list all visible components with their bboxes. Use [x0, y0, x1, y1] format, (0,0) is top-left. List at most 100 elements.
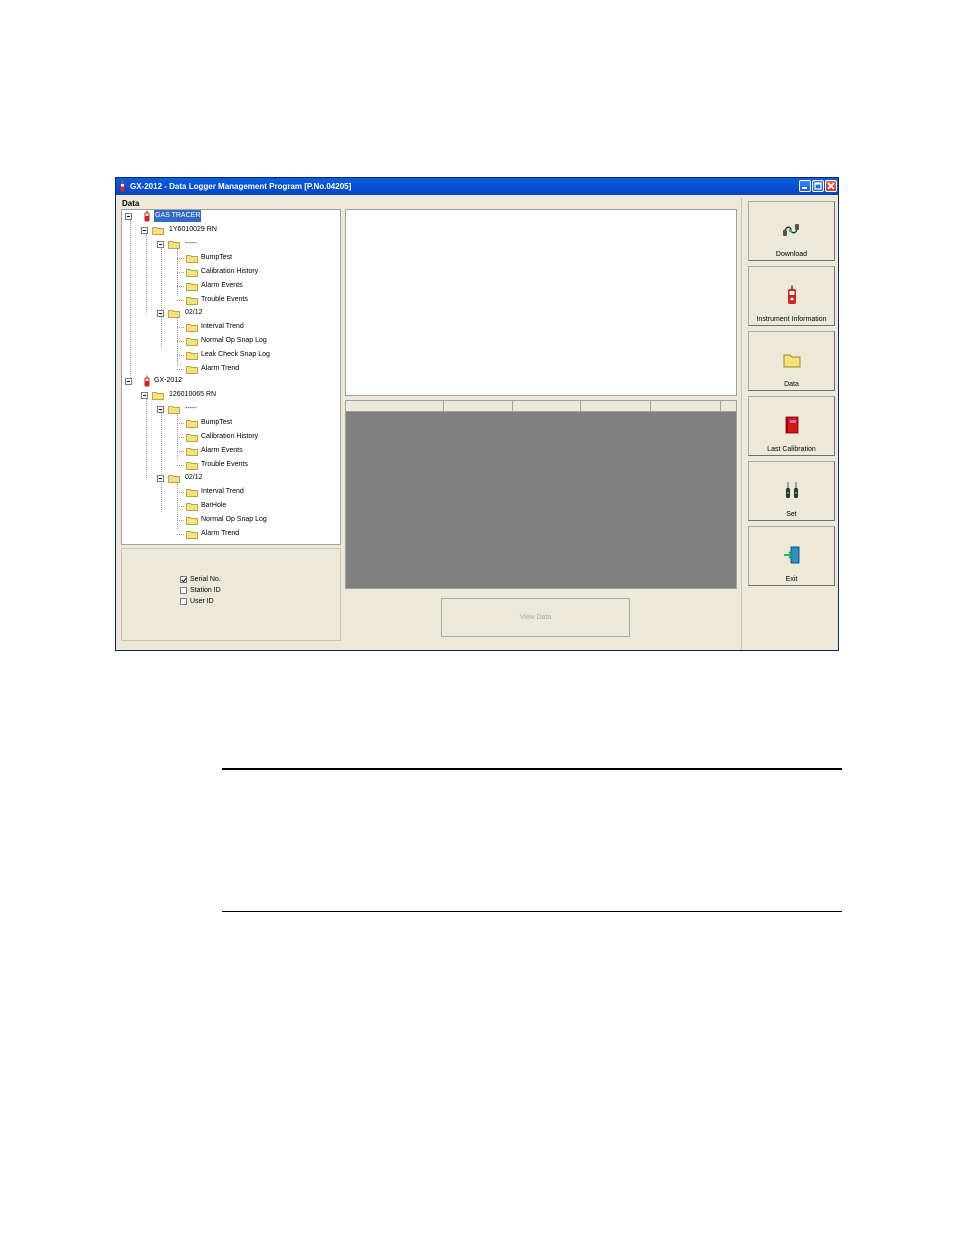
grid-header: [346, 401, 736, 412]
tree-node-root[interactable]: GX-2012: [124, 375, 324, 387]
data-grid[interactable]: [345, 400, 737, 589]
tree-leaf[interactable]: BumpTest: [177, 417, 327, 429]
tree-leaf[interactable]: Calibration History: [177, 431, 327, 443]
tree-leaf[interactable]: BumpTest: [177, 252, 327, 264]
grid-column-header[interactable]: [651, 401, 721, 411]
tree-node-serial[interactable]: 1Y6010029 RN: [139, 224, 329, 236]
minimize-icon: [802, 187, 807, 189]
tree-line: [177, 258, 184, 259]
exit-icon: [784, 546, 800, 564]
gas-detector-icon: [144, 210, 150, 222]
collapse-toggle-icon[interactable]: [157, 406, 164, 413]
set-button[interactable]: Set: [748, 461, 835, 521]
tree-node-label: Calibration History: [201, 268, 259, 275]
tree-line: [177, 437, 184, 438]
tree-node-label: -----: [185, 240, 197, 247]
grid-column-header[interactable]: [346, 401, 444, 411]
collapse-toggle-icon[interactable]: [141, 227, 148, 234]
folder-icon: [186, 489, 198, 497]
tree-leaf[interactable]: Alarm Trend: [177, 363, 327, 375]
checkbox-box[interactable]: [180, 587, 187, 594]
tree-line: [177, 355, 184, 356]
instrument-information-button[interactable]: Instrument Information: [748, 266, 835, 326]
collapse-toggle-icon[interactable]: [141, 392, 148, 399]
tree-line: [177, 465, 184, 466]
checkbox-label: User ID: [190, 598, 214, 605]
tree-leaf[interactable]: Normal Op Snap Log: [177, 514, 327, 526]
last-calibration-button[interactable]: Last Calibration: [748, 396, 835, 456]
display-options-panel: Serial No. Station ID User ID: [121, 548, 341, 641]
download-button[interactable]: Download: [748, 201, 835, 261]
tree-leaf[interactable]: Trouble Events: [177, 459, 327, 471]
tree-leaf[interactable]: Interval Trend: [177, 486, 327, 498]
tree-line: [177, 520, 184, 521]
tree-node-folder[interactable]: -----: [155, 403, 325, 415]
tree-node-label: 1Y6010029 RN: [169, 226, 217, 233]
window-title: GX-2012 - Data Logger Management Program…: [130, 182, 352, 191]
folder-icon: [186, 283, 198, 291]
tree-node-serial[interactable]: 126010065 RN: [139, 389, 329, 401]
tree-node-label: Interval Trend: [201, 488, 244, 495]
tree-node-label: Interval Trend: [201, 323, 244, 330]
collapse-toggle-icon[interactable]: [125, 213, 132, 220]
checkbox-box[interactable]: [180, 576, 187, 583]
button-caption: Exit: [785, 576, 798, 583]
tree-line: [177, 506, 184, 507]
exit-button[interactable]: Exit: [748, 526, 835, 586]
tree-leaf[interactable]: Alarm Events: [177, 280, 327, 292]
tree-line: [177, 492, 184, 493]
button-caption: Data: [784, 381, 799, 388]
tree-line: [130, 220, 131, 380]
folder-icon: [186, 324, 198, 332]
folder-icon: [186, 420, 198, 428]
tree-leaf[interactable]: Alarm Trend: [177, 528, 327, 540]
tree-node-label: GX-2012: [154, 377, 183, 384]
minimize-button[interactable]: [799, 180, 811, 192]
tree-line: [177, 272, 184, 273]
checkbox-box[interactable]: [180, 598, 187, 605]
close-button[interactable]: [825, 180, 837, 192]
tree-leaf[interactable]: Interval Trend: [177, 321, 327, 333]
tree-leaf[interactable]: Trouble Events: [177, 294, 327, 306]
data-section-label: Data: [122, 199, 140, 208]
maximize-button[interactable]: [812, 180, 824, 192]
tree-node-folder[interactable]: -----: [155, 238, 325, 250]
tree-leaf[interactable]: Normal Op Snap Log: [177, 335, 327, 347]
title-bar[interactable]: GX-2012 - Data Logger Management Program…: [116, 178, 838, 195]
folder-icon: [186, 366, 198, 374]
button-caption: Download: [775, 251, 808, 258]
collapse-toggle-icon[interactable]: [157, 241, 164, 248]
tree-node-label: Normal Op Snap Log: [201, 516, 267, 523]
tree-node-label: BumpTest: [201, 254, 233, 261]
collapse-toggle-icon[interactable]: [157, 475, 164, 482]
view-data-button[interactable]: View Data: [441, 598, 630, 637]
data-button[interactable]: Data: [748, 331, 835, 391]
tree-leaf[interactable]: Calibration History: [177, 266, 327, 278]
tree-line: [146, 398, 147, 478]
data-tree[interactable]: GAS TRACER 1Y6010029 RN ----- BumpTest C…: [121, 209, 341, 545]
grid-column-header[interactable]: [444, 401, 513, 411]
tree-node-label: GAS TRACER: [154, 210, 202, 222]
instrument-icon: [788, 285, 796, 304]
tree-node-label: 126010065 RN: [169, 391, 217, 398]
tree-leaf[interactable]: BarHole: [177, 500, 327, 512]
folder-icon: [168, 406, 180, 414]
tree-node-folder[interactable]: 02/12: [155, 472, 325, 484]
collapse-toggle-icon[interactable]: [157, 310, 164, 317]
grid-column-header[interactable]: [513, 401, 581, 411]
collapse-toggle-icon[interactable]: [125, 378, 132, 385]
folder-icon: [168, 310, 180, 318]
checkbox-label: Serial No.: [190, 576, 221, 583]
tree-leaf[interactable]: Leak Check Snap Log: [177, 349, 327, 361]
folder-icon: [152, 227, 164, 235]
download-icon: [783, 224, 799, 236]
tree-node-folder[interactable]: 02/12: [155, 307, 325, 319]
tree-line: [161, 412, 162, 512]
tree-node-label: Trouble Events: [201, 461, 248, 468]
set-icon: [786, 482, 798, 498]
tree-leaf[interactable]: Alarm Events: [177, 445, 327, 457]
folder-icon: [186, 352, 198, 360]
tree-line: [146, 234, 147, 314]
grid-column-header[interactable]: [581, 401, 651, 411]
tree-node-root[interactable]: GAS TRACER: [124, 210, 324, 222]
